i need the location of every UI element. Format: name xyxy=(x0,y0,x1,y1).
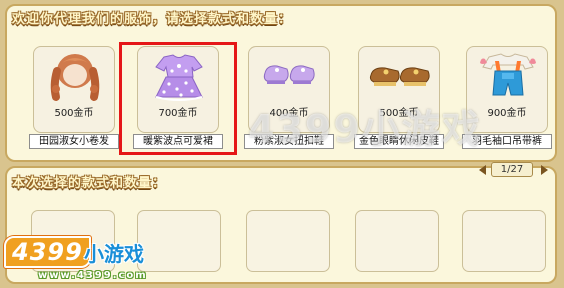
item-name-label: 金色眼睛休闲皮鞋 xyxy=(354,134,444,149)
item-name-label: 粉紫淑女扭扣鞋 xyxy=(244,134,334,149)
brand-url: www.4399.com xyxy=(38,270,148,281)
curly-hair-icon xyxy=(50,54,100,101)
selection-slot[interactable] xyxy=(462,210,546,272)
selection-slot[interactable] xyxy=(246,210,330,272)
item-price: 500金币 xyxy=(379,108,419,119)
item-name-label: 田园淑女小卷发 xyxy=(29,134,119,149)
brand-number: 4399 xyxy=(4,236,91,268)
brand-name: 小游戏 xyxy=(84,242,144,266)
overalls-icon xyxy=(480,53,536,96)
item-price: 500金币 xyxy=(54,108,94,119)
brand-logo: 4399 小游戏 www.4399.com xyxy=(4,236,174,284)
item-card-curly-hair[interactable]: 500金币 xyxy=(33,46,115,133)
page-indicator: 1/27 xyxy=(491,162,533,177)
item-card-purple-dress[interactable]: 700金币 xyxy=(137,46,219,133)
page-title: 欢迎你代理我们的服饰，请选择款式和数量： xyxy=(12,12,293,27)
item-name-label: 暖紫波点可爱裙 xyxy=(133,134,223,149)
dialog-window: 欢迎你代理我们的服饰，请选择款式和数量： 500金币 700金币 400金币 5… xyxy=(0,0,564,288)
next-page-arrow-icon[interactable] xyxy=(538,164,550,176)
item-price: 700金币 xyxy=(158,108,198,119)
item-card-overalls[interactable]: 900金币 xyxy=(466,46,548,133)
item-card-brown-shoes[interactable]: 500金币 xyxy=(358,46,440,133)
purple-shoes-icon xyxy=(263,65,315,84)
item-price: 900金币 xyxy=(487,108,527,119)
selection-slot[interactable] xyxy=(355,210,439,272)
item-price: 400金币 xyxy=(269,108,309,119)
purple-dress-icon xyxy=(155,54,203,101)
selection-title: 本次选择的款式和数量： xyxy=(12,176,167,191)
brown-shoes-icon xyxy=(369,67,430,86)
item-card-purple-shoes[interactable]: 400金币 xyxy=(248,46,330,133)
prev-page-arrow-icon[interactable] xyxy=(477,164,489,176)
item-name-label: 羽毛袖口吊带裤 xyxy=(462,134,552,149)
